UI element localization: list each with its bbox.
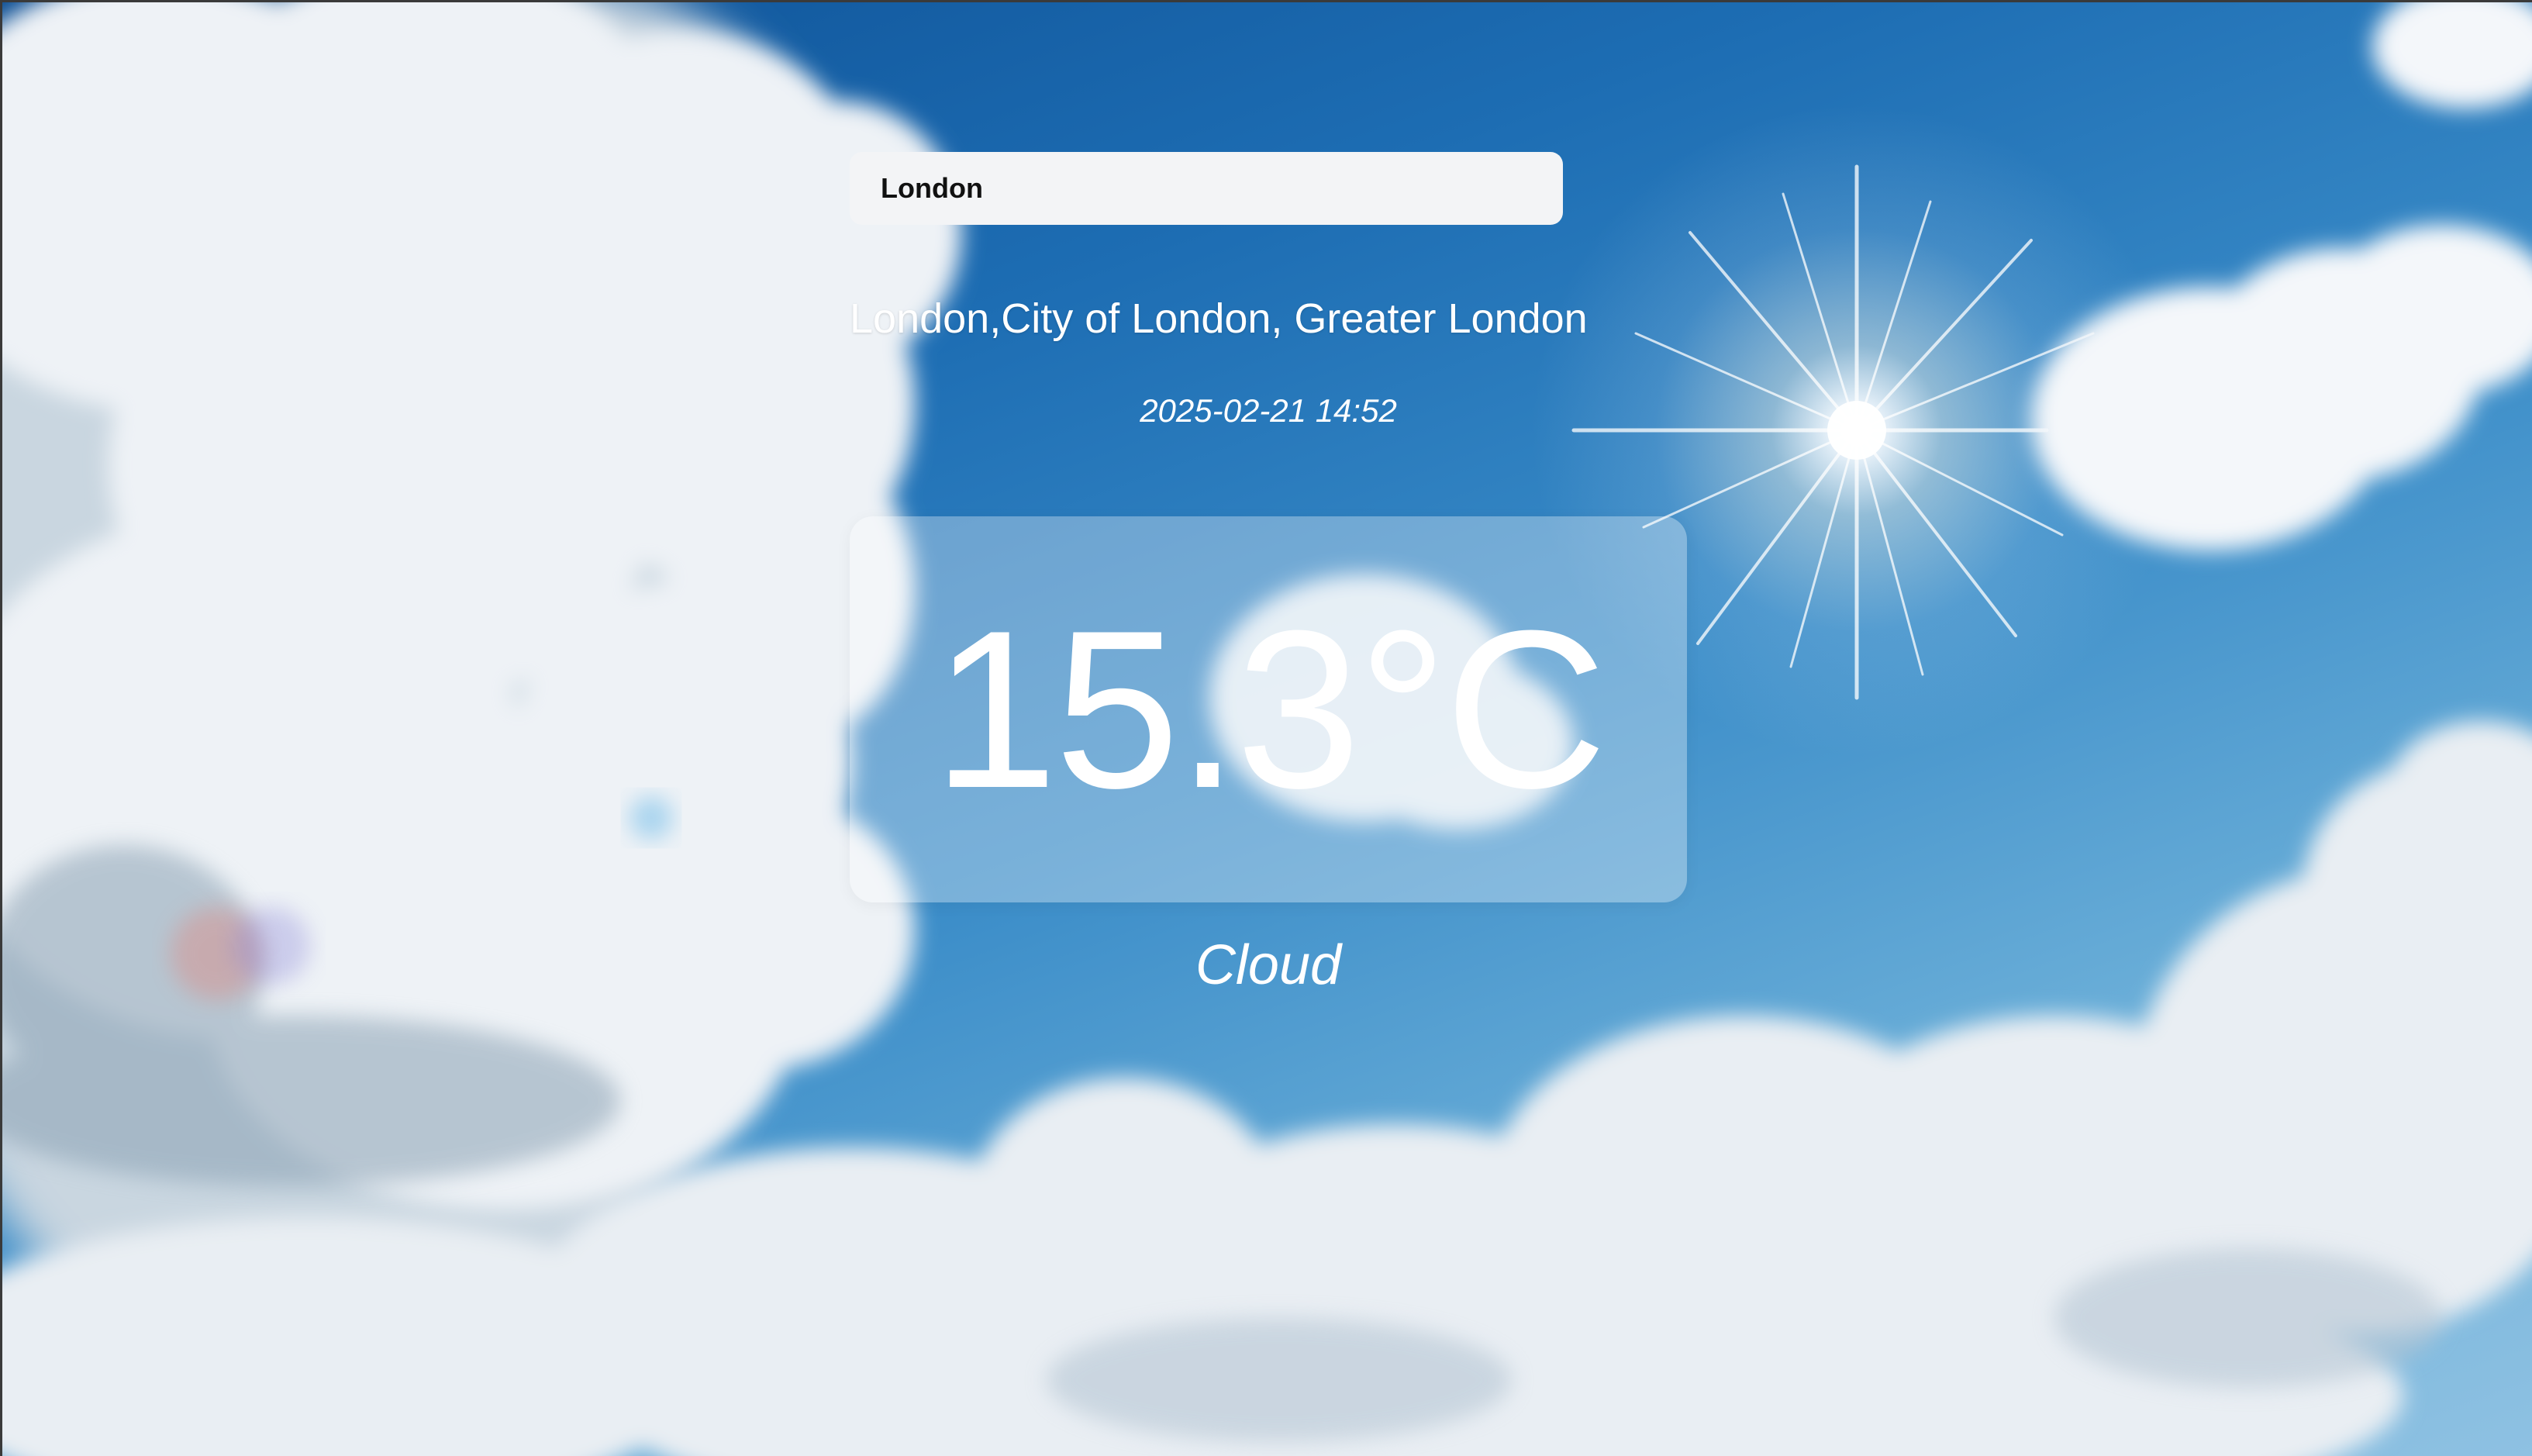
window-border-left [0, 0, 2, 1456]
temperature-value: 15.3°C [933, 584, 1607, 835]
window-border-top [0, 0, 2532, 2]
weather-app: London,City of London, Greater London 20… [0, 0, 2532, 1456]
weather-condition: Cloud [1195, 934, 1342, 996]
temperature-card: 15.3°C [850, 516, 1687, 902]
city-search-input[interactable] [850, 152, 1563, 225]
location-name: London,City of London, Greater London [850, 295, 1588, 342]
date-time: 2025-02-21 14:52 [1140, 392, 1397, 429]
